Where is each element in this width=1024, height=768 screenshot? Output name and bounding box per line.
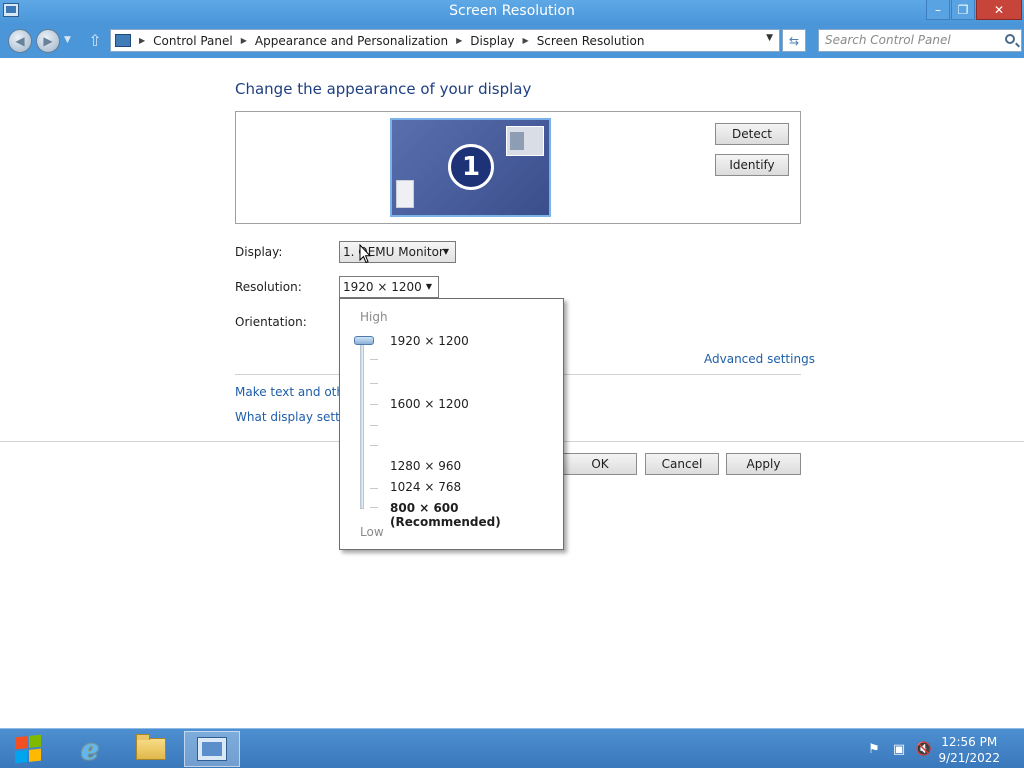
slider-low-label: Low bbox=[360, 525, 384, 539]
back-arrow-icon: ◀ bbox=[15, 34, 25, 48]
orientation-label: Orientation: bbox=[235, 315, 307, 329]
address-bar[interactable]: ▶ Control Panel ▶ Appearance and Persona… bbox=[110, 29, 780, 52]
refresh-icon: ⇆ bbox=[788, 33, 800, 48]
monitor-thumbnail[interactable]: 1 bbox=[390, 118, 551, 217]
forward-button[interactable]: ▶ bbox=[36, 29, 60, 53]
window-thumbnail-icon bbox=[506, 126, 544, 156]
close-button[interactable]: ✕ bbox=[976, 0, 1022, 20]
clock-date: 9/21/2022 bbox=[938, 751, 1000, 765]
folder-icon bbox=[136, 734, 166, 760]
resolution-option-recommended[interactable]: 800 × 600 (Recommended) bbox=[390, 501, 563, 529]
title-bar: Screen Resolution – ❐ ✕ bbox=[0, 0, 1024, 24]
chevron-down-icon: ▼ bbox=[442, 247, 449, 256]
chevron-right-icon[interactable]: ▶ bbox=[523, 36, 529, 45]
monitor-number: 1 bbox=[448, 144, 494, 190]
slider-tick bbox=[370, 507, 378, 508]
breadcrumb: ▶ Control Panel ▶ Appearance and Persona… bbox=[131, 34, 644, 48]
back-button[interactable]: ◀ bbox=[8, 29, 32, 53]
resolution-slider-track[interactable] bbox=[360, 337, 364, 509]
refresh-button[interactable]: ⇆ bbox=[782, 29, 806, 52]
ok-button[interactable]: OK bbox=[563, 453, 637, 475]
chevron-right-icon[interactable]: ▶ bbox=[456, 36, 462, 45]
resolution-slider-thumb[interactable] bbox=[354, 336, 374, 345]
resolution-option[interactable]: 1024 × 768 bbox=[390, 480, 461, 494]
taskbar-internet-explorer[interactable]: e bbox=[62, 731, 118, 767]
resolution-select[interactable]: 1920 × 1200 ▼ bbox=[339, 276, 439, 298]
slider-high-label: High bbox=[360, 310, 388, 324]
network-icon[interactable]: ▣ bbox=[891, 741, 907, 757]
resolution-slider-popup: High 1920 × 1200 1600 × 1200 1280 × 960 … bbox=[339, 298, 564, 550]
breadcrumb-display[interactable]: Display bbox=[470, 34, 514, 48]
search-icon[interactable] bbox=[1005, 34, 1015, 44]
resolution-option[interactable]: 1280 × 960 bbox=[390, 459, 461, 473]
control-panel-icon bbox=[115, 34, 131, 47]
clock-time: 12:56 PM bbox=[941, 735, 998, 749]
address-dropdown-icon[interactable]: ▼ bbox=[766, 33, 773, 43]
minimize-button[interactable]: – bbox=[926, 0, 950, 20]
taskbar-control-panel[interactable] bbox=[184, 731, 240, 767]
system-clock[interactable]: 12:56 PM 9/21/2022 bbox=[938, 734, 1000, 766]
apply-button[interactable]: Apply bbox=[726, 453, 801, 475]
search-box[interactable] bbox=[818, 29, 1022, 52]
window-title: Screen Resolution bbox=[449, 3, 575, 19]
detect-button[interactable]: Detect bbox=[715, 123, 789, 145]
recent-pages-dropdown-icon[interactable]: ▼ bbox=[64, 35, 71, 45]
advanced-settings-link[interactable]: Advanced settings bbox=[704, 352, 815, 366]
volume-muted-icon[interactable]: 🔇 bbox=[916, 741, 932, 757]
resolution-option[interactable]: 1920 × 1200 bbox=[390, 334, 469, 348]
breadcrumb-control-panel[interactable]: Control Panel bbox=[153, 34, 233, 48]
breadcrumb-screen-resolution[interactable]: Screen Resolution bbox=[537, 34, 645, 48]
display-select[interactable]: 1. QEMU Monitor ▼ bbox=[339, 241, 456, 263]
slider-tick bbox=[370, 488, 378, 489]
slider-tick bbox=[370, 404, 378, 405]
taskbar-file-explorer[interactable] bbox=[123, 731, 179, 767]
start-button[interactable] bbox=[10, 733, 46, 765]
internet-explorer-icon: e bbox=[81, 732, 99, 766]
slider-tick bbox=[370, 383, 378, 384]
slider-tick bbox=[370, 359, 378, 360]
slider-tick bbox=[370, 445, 378, 446]
identify-button[interactable]: Identify bbox=[715, 154, 789, 176]
page-title: Change the appearance of your display bbox=[235, 80, 532, 98]
control-panel-icon bbox=[197, 737, 227, 761]
resolution-label: Resolution: bbox=[235, 280, 302, 294]
mouse-cursor-icon bbox=[359, 244, 371, 264]
resolution-option[interactable]: 1600 × 1200 bbox=[390, 397, 469, 411]
slider-tick bbox=[370, 425, 378, 426]
maximize-button[interactable]: ❐ bbox=[951, 0, 975, 20]
windows-logo-icon bbox=[15, 734, 41, 764]
up-arrow-icon[interactable]: ⇧ bbox=[86, 31, 104, 51]
sidebar-thumbnail-icon bbox=[396, 180, 414, 208]
breadcrumb-appearance[interactable]: Appearance and Personalization bbox=[255, 34, 448, 48]
forward-arrow-icon: ▶ bbox=[43, 34, 53, 48]
display-label: Display: bbox=[235, 245, 283, 259]
search-input[interactable] bbox=[825, 30, 995, 50]
chevron-right-icon[interactable]: ▶ bbox=[241, 36, 247, 45]
chevron-right-icon[interactable]: ▶ bbox=[139, 36, 145, 45]
taskbar: e ⚑ ▣ 🔇 12:56 PM 9/21/2022 bbox=[0, 728, 1024, 768]
cancel-button[interactable]: Cancel bbox=[645, 453, 719, 475]
resolution-select-value: 1920 × 1200 bbox=[343, 280, 422, 294]
navigation-bar: ◀ ▶ ▼ ⇧ ▶ Control Panel ▶ Appearance and… bbox=[0, 24, 1024, 58]
action-center-flag-icon[interactable]: ⚑ bbox=[866, 741, 882, 757]
chevron-down-icon: ▼ bbox=[425, 282, 432, 291]
display-preview: 1 Detect Identify bbox=[235, 111, 801, 224]
